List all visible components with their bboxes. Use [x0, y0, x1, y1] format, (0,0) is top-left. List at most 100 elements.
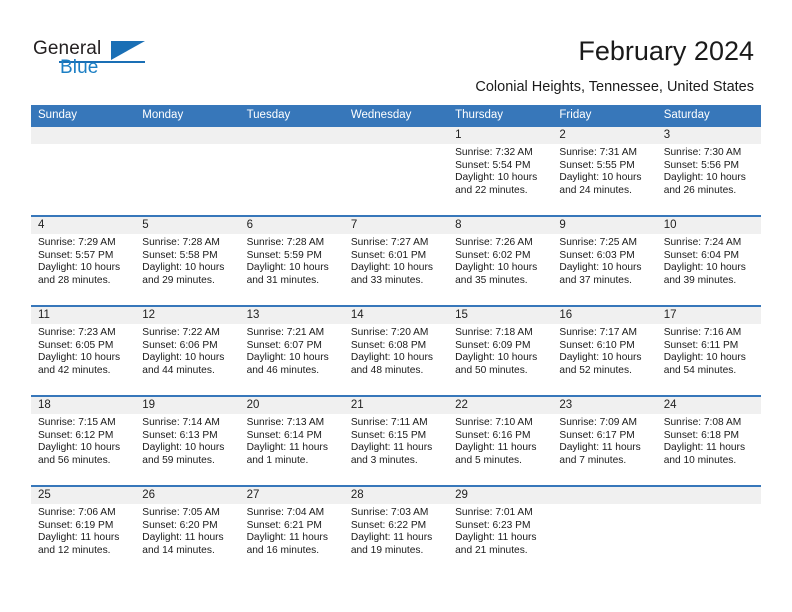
day-number: 23	[559, 399, 573, 411]
day-cell[interactable]: 4 Sunrise: 7:29 AM Sunset: 5:57 PM Daylight…	[31, 217, 136, 305]
daylight-text-line2: and 3 minutes.	[350, 454, 418, 466]
sunset-text: Sunset: 6:05 PM	[38, 339, 114, 351]
sunset-text: Sunset: 6:02 PM	[455, 249, 531, 261]
page-subtitle-location: Colonial Heights, Tennessee, United Stat…	[475, 79, 754, 95]
day-cell[interactable]: 26 Sunrise: 7:05 AM Sunset: 6:20 PM Dayligh…	[135, 487, 240, 575]
day-cell[interactable]: 23 Sunrise: 7:09 AM Sunset: 6:17 PM Dayligh…	[552, 397, 657, 485]
sunrise-text: Sunrise: 7:17 AM	[559, 327, 637, 338]
daylight-text-line2: and 59 minutes.	[142, 454, 215, 466]
sunrise-text: Sunrise: 7:28 AM	[246, 237, 325, 248]
weekday-header-row: Sunday Monday Tuesday Wednesday Thursday…	[31, 105, 761, 125]
daylight-text-line2: and 24 minutes.	[559, 184, 632, 196]
day-cell[interactable]: 5 Sunrise: 7:28 AM Sunset: 5:58 PM Daylight…	[135, 217, 240, 305]
daylight-text-line2: and 44 minutes.	[142, 364, 215, 376]
weekday-header-monday: Monday	[142, 109, 184, 121]
sunset-text: Sunset: 6:13 PM	[142, 429, 218, 441]
day-cell[interactable]: 9 Sunrise: 7:25 AM Sunset: 6:03 PM Daylight…	[552, 217, 657, 305]
daylight-text-line1: Daylight: 10 hours	[246, 352, 329, 364]
day-cell[interactable]: 25 Sunrise: 7:06 AM Sunset: 6:19 PM Dayligh…	[31, 487, 136, 575]
sunrise-text: Sunrise: 7:15 AM	[38, 417, 116, 428]
sunrise-text: Sunrise: 7:09 AM	[559, 417, 637, 428]
general-blue-logo[interactable]: General Blue	[33, 38, 163, 84]
daylight-text-line1: Daylight: 10 hours	[559, 352, 642, 364]
day-cell	[343, 127, 449, 215]
daylight-text-line1: Daylight: 10 hours	[38, 352, 121, 364]
day-number: 6	[246, 219, 253, 231]
day-cell[interactable]: 29 Sunrise: 7:01 AM Sunset: 6:23 PM Dayligh…	[448, 487, 553, 575]
day-cell[interactable]: 17 Sunrise: 7:16 AM Sunset: 6:11 PM Dayligh…	[656, 307, 761, 395]
day-cell[interactable]: 28 Sunrise: 7:03 AM Sunset: 6:22 PM Dayligh…	[343, 487, 449, 575]
day-cell[interactable]: 10 Sunrise: 7:24 AM Sunset: 6:04 PM Dayligh…	[656, 217, 761, 305]
sunset-text: Sunset: 6:11 PM	[663, 339, 739, 351]
day-cell[interactable]: 27 Sunrise: 7:04 AM Sunset: 6:21 PM Dayligh…	[239, 487, 344, 575]
calendar-week-row: 25 Sunrise: 7:06 AM Sunset: 6:19 PM Dayligh…	[31, 485, 761, 575]
daylight-text-line2: and 54 minutes.	[663, 364, 737, 376]
day-number: 7	[350, 219, 358, 231]
daylight-text-line1: Daylight: 10 hours	[559, 262, 642, 274]
day-cell[interactable]: 1 Sunrise: 7:32 AM Sunset: 5:54 PM Daylight…	[448, 127, 553, 215]
day-cell[interactable]: 14 Sunrise: 7:20 AM Sunset: 6:08 PM Dayligh…	[343, 307, 449, 395]
day-number: 19	[142, 399, 156, 411]
daylight-text-line2: and 5 minutes.	[455, 454, 522, 466]
day-cell[interactable]: 15 Sunrise: 7:18 AM Sunset: 6:09 PM Dayligh…	[448, 307, 553, 395]
sunset-text: Sunset: 6:12 PM	[38, 429, 114, 441]
day-cell[interactable]: 21 Sunrise: 7:11 AM Sunset: 6:15 PM Dayligh…	[343, 397, 449, 485]
day-number: 28	[350, 489, 364, 501]
daylight-text-line2: and 52 minutes.	[559, 364, 632, 376]
day-cell	[552, 487, 657, 575]
daylight-text-line1: Daylight: 11 hours	[246, 532, 328, 544]
daylight-text-line1: Daylight: 11 hours	[246, 442, 328, 454]
sunset-text: Sunset: 6:08 PM	[350, 339, 427, 351]
sunrise-text: Sunrise: 7:14 AM	[142, 417, 220, 428]
sunrise-text: Sunrise: 7:08 AM	[663, 417, 742, 428]
daylight-text-line2: and 56 minutes.	[38, 454, 111, 466]
day-number: 1	[455, 129, 462, 141]
day-cell[interactable]: 3 Sunrise: 7:30 AM Sunset: 5:56 PM Daylight…	[656, 127, 761, 215]
daylight-text-line2: and 31 minutes.	[246, 274, 320, 286]
day-cell[interactable]: 6 Sunrise: 7:28 AM Sunset: 5:59 PM Daylight…	[239, 217, 344, 305]
sunrise-text: Sunrise: 7:24 AM	[663, 237, 742, 248]
sunrise-text: Sunrise: 7:10 AM	[455, 417, 533, 428]
sunrise-text: Sunrise: 7:26 AM	[455, 237, 533, 248]
day-number: 27	[246, 489, 260, 501]
day-number: 14	[350, 309, 364, 321]
day-cell[interactable]: 13 Sunrise: 7:21 AM Sunset: 6:07 PM Dayligh…	[239, 307, 344, 395]
day-cell[interactable]: 2 Sunrise: 7:31 AM Sunset: 5:55 PM Daylight…	[552, 127, 657, 215]
sunrise-text: Sunrise: 7:13 AM	[246, 417, 325, 428]
day-cell[interactable]: 19 Sunrise: 7:14 AM Sunset: 6:13 PM Dayligh…	[135, 397, 240, 485]
sunset-text: Sunset: 6:14 PM	[246, 429, 322, 441]
day-cell[interactable]: 7 Sunrise: 7:27 AM Sunset: 6:01 PM Daylight…	[343, 217, 449, 305]
day-cell[interactable]: 12 Sunrise: 7:22 AM Sunset: 6:06 PM Dayligh…	[135, 307, 240, 395]
weekday-header-friday: Friday	[559, 109, 592, 121]
daylight-text-line1: Daylight: 10 hours	[38, 262, 121, 274]
daylight-text-line1: Daylight: 11 hours	[663, 442, 746, 454]
day-cell[interactable]: 16 Sunrise: 7:17 AM Sunset: 6:10 PM Dayligh…	[552, 307, 657, 395]
day-number: 22	[455, 399, 468, 411]
day-number: 21	[350, 399, 364, 411]
day-cell[interactable]: 18 Sunrise: 7:15 AM Sunset: 6:12 PM Dayligh…	[31, 397, 136, 485]
day-number: 20	[246, 399, 260, 411]
day-cell[interactable]: 22 Sunrise: 7:10 AM Sunset: 6:16 PM Dayligh…	[448, 397, 553, 485]
daylight-text-line1: Daylight: 10 hours	[455, 172, 538, 184]
daylight-text-line1: Daylight: 10 hours	[142, 352, 225, 364]
sunrise-text: Sunrise: 7:06 AM	[38, 507, 116, 518]
daylight-text-line1: Daylight: 11 hours	[38, 532, 120, 544]
daylight-text-line1: Daylight: 11 hours	[142, 532, 224, 544]
daylight-text-line1: Daylight: 10 hours	[663, 352, 746, 364]
day-cell	[31, 127, 136, 215]
sunset-text: Sunset: 6:22 PM	[350, 519, 427, 531]
sunrise-text: Sunrise: 7:25 AM	[559, 237, 637, 248]
sunset-text: Sunset: 5:55 PM	[559, 159, 635, 171]
sunset-text: Sunset: 6:09 PM	[455, 339, 531, 351]
sunrise-text: Sunrise: 7:11 AM	[350, 417, 428, 428]
day-number: 26	[142, 489, 156, 501]
day-cell[interactable]: 8 Sunrise: 7:26 AM Sunset: 6:02 PM Daylight…	[448, 217, 553, 305]
day-cell[interactable]: 11 Sunrise: 7:23 AM Sunset: 6:05 PM Dayligh…	[31, 307, 136, 395]
day-cell[interactable]: 24 Sunrise: 7:08 AM Sunset: 6:18 PM Dayligh…	[656, 397, 761, 485]
day-number: 29	[455, 489, 468, 501]
day-cell[interactable]: 20 Sunrise: 7:13 AM Sunset: 6:14 PM Dayligh…	[239, 397, 344, 485]
daylight-text-line2: and 12 minutes.	[38, 544, 111, 556]
logo-flag-icon	[111, 41, 145, 60]
weekday-header-sunday: Sunday	[38, 109, 78, 121]
daylight-text-line2: and 1 minute.	[246, 454, 309, 466]
